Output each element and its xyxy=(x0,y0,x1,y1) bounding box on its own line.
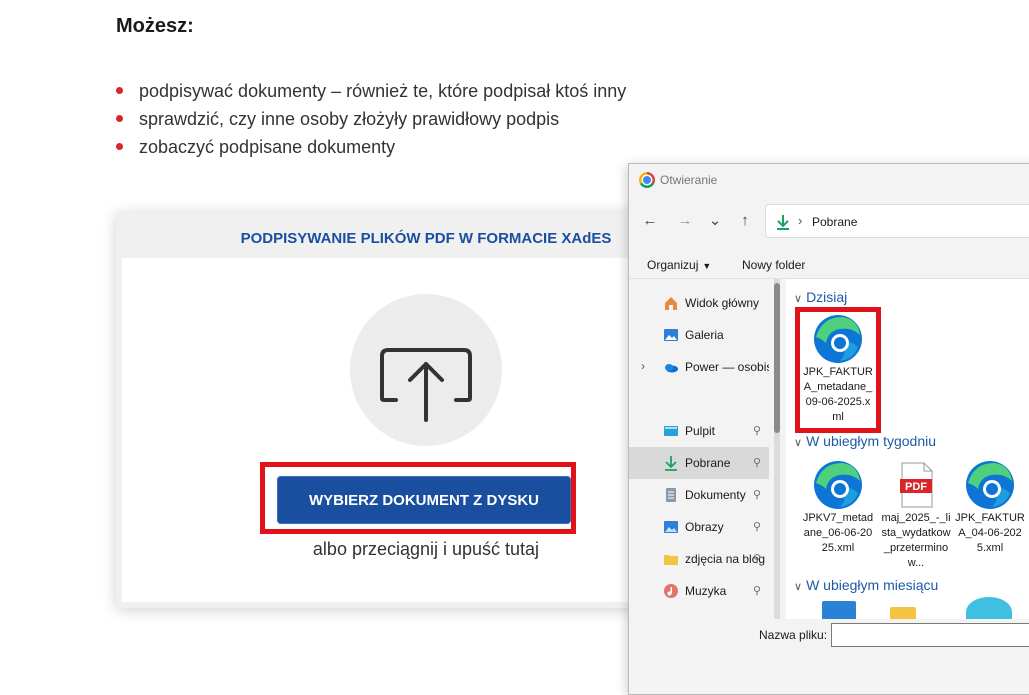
edge-icon xyxy=(814,461,862,509)
nav-item-home[interactable]: Widok główny xyxy=(629,287,769,319)
download-icon xyxy=(665,456,677,471)
nav-item-onedrive[interactable]: › Power — osobisty xyxy=(629,351,769,383)
chevron-down-icon: ∨ xyxy=(794,437,803,449)
folder-icon[interactable] xyxy=(890,607,916,619)
page-heading: Możesz: xyxy=(116,15,194,37)
forward-arrow-icon[interactable]: → xyxy=(674,210,696,232)
up-arrow-icon[interactable]: ↑ xyxy=(734,210,756,232)
back-arrow-icon[interactable]: ← xyxy=(639,210,661,232)
nav-item-desktop[interactable]: Pulpit ⚲ xyxy=(629,415,769,447)
breadcrumb[interactable]: Pobrane xyxy=(812,215,857,229)
nav-item-music[interactable]: Muzyka ⚲ xyxy=(629,575,769,607)
navigation-pane: Widok główny Galeria › Power — osobisty … xyxy=(629,279,769,619)
chevron-down-icon: ∨ xyxy=(794,293,803,305)
file-pane: ∨ Dzisiaj JPK_FAKTURA_metadane_09-06-2025… xyxy=(786,279,1029,619)
pin-icon[interactable]: ⚲ xyxy=(753,488,761,501)
pin-icon[interactable]: ⚲ xyxy=(753,584,761,597)
pdf-badge: PDF xyxy=(905,481,927,493)
pin-icon[interactable]: ⚲ xyxy=(753,520,761,533)
navigation-bar: ← → ⌄ ↑ › Pobrane xyxy=(629,202,1029,242)
command-bar: Organizuj ▼ Nowy folder xyxy=(629,252,1029,279)
nav-item-label: Power — osobisty xyxy=(685,360,769,374)
music-icon xyxy=(664,584,678,598)
edge-icon xyxy=(814,315,862,363)
dialog-title: Otwieranie xyxy=(660,173,718,187)
nav-item-documents[interactable]: Dokumenty ⚲ xyxy=(629,479,769,511)
feature-item: podpisywać dokumenty – również te, które… xyxy=(116,77,626,105)
file-item[interactable]: PDF maj_2025_-_lista_wydatkow_przetermin… xyxy=(880,459,952,571)
organize-menu[interactable]: Organizuj ▼ xyxy=(647,258,711,272)
file-item[interactable]: JPKV7_metadane_06-06-2025.xml xyxy=(802,459,874,556)
group-label: W ubiegłym tygodniu xyxy=(806,433,937,449)
group-header-last-month[interactable]: ∨ W ubiegłym miesiącu xyxy=(794,577,938,593)
upload-icon xyxy=(350,294,502,446)
nav-pane-scrollbar[interactable] xyxy=(774,279,780,619)
file-open-dialog: Otwieranie ← → ⌄ ↑ › Pobrane Organizuj ▼ … xyxy=(628,163,1029,695)
pin-icon[interactable]: ⚲ xyxy=(753,552,761,565)
chrome-icon xyxy=(639,172,655,188)
nav-item-label: Galeria xyxy=(685,328,724,342)
group-label: Dzisiaj xyxy=(806,289,848,305)
upload-card: PODPISYWANIE PLIKÓW PDF W FORMACIE XAdES… xyxy=(116,212,676,608)
edge-icon xyxy=(966,461,1014,509)
pdf-icon: PDF xyxy=(900,462,933,508)
dialog-titlebar[interactable]: Otwieranie xyxy=(629,164,1029,196)
chevron-right-icon[interactable]: › xyxy=(641,359,645,373)
nav-item-downloads[interactable]: Pobrane ⚲ xyxy=(629,447,769,479)
address-bar[interactable]: › Pobrane xyxy=(765,204,1029,238)
file-name: maj_2025_-_lista_wydatkow_przeterminow..… xyxy=(881,512,951,569)
organize-label: Organizuj xyxy=(647,258,699,272)
feature-item: zobaczyć podpisane dokumenty xyxy=(116,133,626,161)
caret-down-icon: ▼ xyxy=(702,261,712,271)
edge-icon[interactable] xyxy=(966,597,1012,619)
choose-document-button[interactable]: WYBIERZ DOKUMENT Z DYSKU xyxy=(277,476,571,524)
home-icon xyxy=(665,297,677,310)
file-item[interactable]: JPK_FAKTURA_metadane_09-06-2025.xml xyxy=(802,313,874,425)
filename-row: Nazwa pliku: xyxy=(629,619,1029,694)
group-header-today[interactable]: ∨ Dzisiaj xyxy=(794,289,847,305)
drop-zone[interactable]: WYBIERZ DOKUMENT Z DYSKU albo przeciągni… xyxy=(122,258,676,602)
download-icon xyxy=(777,215,789,230)
feature-item: sprawdzić, czy inne osoby złożyły prawid… xyxy=(116,105,626,133)
file-name: JPK_FAKTURA_04-06-2025.xml xyxy=(955,512,1025,554)
pin-icon[interactable]: ⚲ xyxy=(753,456,761,469)
new-folder-button[interactable]: Nowy folder xyxy=(742,258,805,272)
filename-input[interactable] xyxy=(831,623,1029,647)
nav-item-gallery[interactable]: Galeria xyxy=(629,319,769,351)
feature-list: podpisywać dokumenty – również te, które… xyxy=(116,77,626,161)
pin-icon[interactable]: ⚲ xyxy=(753,424,761,437)
filename-label: Nazwa pliku: xyxy=(759,628,828,642)
file-item[interactable]: JPK_FAKTURA_04-06-2025.xml xyxy=(954,459,1026,556)
breadcrumb-separator: › xyxy=(798,213,803,228)
file-name: JPK_FAKTURA_metadane_09-06-2025.xml xyxy=(803,366,873,423)
pictures-icon xyxy=(664,521,678,533)
chevron-down-icon: ∨ xyxy=(794,581,803,593)
file-name: JPKV7_metadane_06-06-2025.xml xyxy=(802,512,874,554)
gallery-icon xyxy=(664,329,678,341)
desktop-icon xyxy=(664,426,678,436)
nav-item-label: Widok główny xyxy=(685,296,760,310)
folder-icon xyxy=(664,555,678,565)
file-icon-partial[interactable] xyxy=(822,601,856,619)
chevron-down-icon[interactable]: ⌄ xyxy=(704,210,726,232)
nav-item-pictures[interactable]: Obrazy ⚲ xyxy=(629,511,769,543)
nav-item-folder[interactable]: zdjęcia na blog ⚲ xyxy=(629,543,769,575)
group-header-last-week[interactable]: ∨ W ubiegłym tygodniu xyxy=(794,433,936,449)
documents-icon xyxy=(666,488,676,502)
group-label: W ubiegłym miesiącu xyxy=(806,577,939,593)
onedrive-icon xyxy=(665,364,678,373)
